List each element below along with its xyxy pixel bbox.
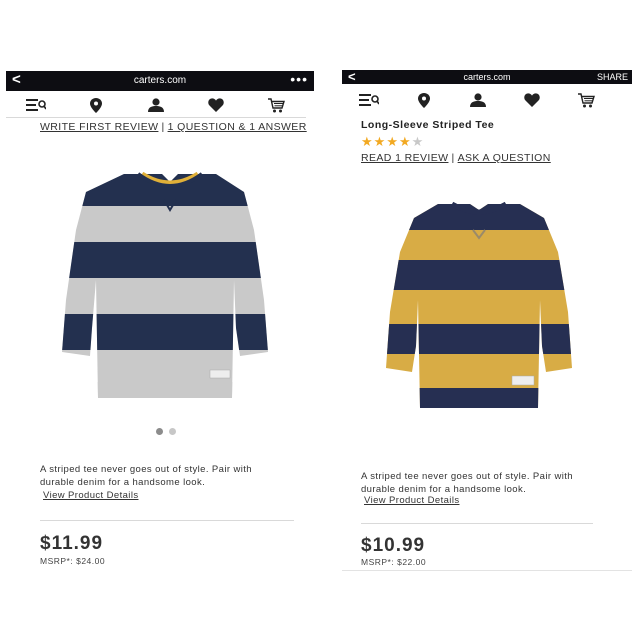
star-icon: ★: [373, 134, 387, 149]
divider: [40, 520, 294, 521]
link-separator: |: [451, 152, 455, 164]
account-icon[interactable]: [146, 95, 166, 115]
left-screenshot: < carters.com ••• WRITE FIRST REVIEW | 1 Q…: [6, 71, 314, 581]
msrp-price: MSRP*: $24.00: [40, 556, 106, 566]
product-image[interactable]: [58, 170, 280, 407]
menu-icon[interactable]: [359, 90, 380, 110]
star-icon: ★: [398, 134, 412, 149]
carousel-dot-1[interactable]: [156, 428, 163, 435]
location-icon[interactable]: [414, 90, 434, 110]
product-image[interactable]: [382, 200, 576, 417]
carousel-dot-2[interactable]: [169, 428, 176, 435]
heart-icon[interactable]: [206, 95, 226, 115]
product-description: A striped tee never goes out of style. P…: [40, 463, 252, 489]
right-screenshot: < carters.com SHARE Long-Sleeve Striped …: [342, 69, 632, 580]
product-price: $11.99: [40, 533, 104, 554]
product-description: A striped tee never goes out of style. P…: [361, 470, 573, 496]
divider: [361, 523, 593, 524]
cart-icon[interactable]: [577, 90, 597, 110]
description-line: A striped tee never goes out of style. P…: [40, 464, 252, 475]
menu-icon[interactable]: [26, 95, 46, 115]
carousel-dots: [156, 428, 176, 435]
heart-icon[interactable]: [522, 90, 542, 110]
more-options-icon[interactable]: •••: [290, 71, 308, 87]
url-domain[interactable]: carters.com: [6, 75, 314, 86]
description-line: durable denim for a handsome look.: [40, 477, 206, 488]
msrp-price: MSRP*: $22.00: [361, 557, 427, 567]
description-line: A striped tee never goes out of style. P…: [361, 471, 573, 482]
site-nav: [6, 93, 306, 118]
share-button[interactable]: SHARE: [597, 72, 628, 82]
view-product-details-link[interactable]: View Product Details: [43, 490, 138, 501]
view-product-details-link[interactable]: View Product Details: [364, 495, 459, 506]
write-review-link[interactable]: WRITE FIRST REVIEW: [40, 121, 158, 133]
star-rating[interactable]: ★★★★★: [361, 134, 424, 150]
star-empty-icon: ★: [411, 134, 425, 149]
questions-link[interactable]: 1 QUESTION & 1 ANSWER: [168, 121, 307, 133]
product-price: $10.99: [361, 535, 426, 556]
site-nav: [342, 88, 614, 112]
cart-icon[interactable]: [266, 95, 286, 115]
browser-url-bar: < carters.com SHARE: [342, 69, 632, 84]
review-links: WRITE FIRST REVIEW | 1 QUESTION & 1 ANSWER: [40, 121, 307, 133]
ask-question-link[interactable]: ASK A QUESTION: [458, 152, 551, 164]
location-icon[interactable]: [86, 95, 106, 115]
link-separator: |: [161, 121, 165, 133]
star-icon: ★: [361, 134, 374, 149]
product-title: Long-Sleeve Striped Tee: [361, 119, 495, 131]
browser-url-bar: < carters.com •••: [6, 71, 314, 91]
star-icon: ★: [386, 134, 399, 149]
divider: [342, 570, 632, 571]
read-review-link[interactable]: READ 1 REVIEW: [361, 152, 448, 164]
review-links: READ 1 REVIEW | ASK A QUESTION: [361, 152, 551, 164]
url-domain[interactable]: carters.com: [342, 72, 632, 82]
account-icon[interactable]: [468, 90, 488, 110]
